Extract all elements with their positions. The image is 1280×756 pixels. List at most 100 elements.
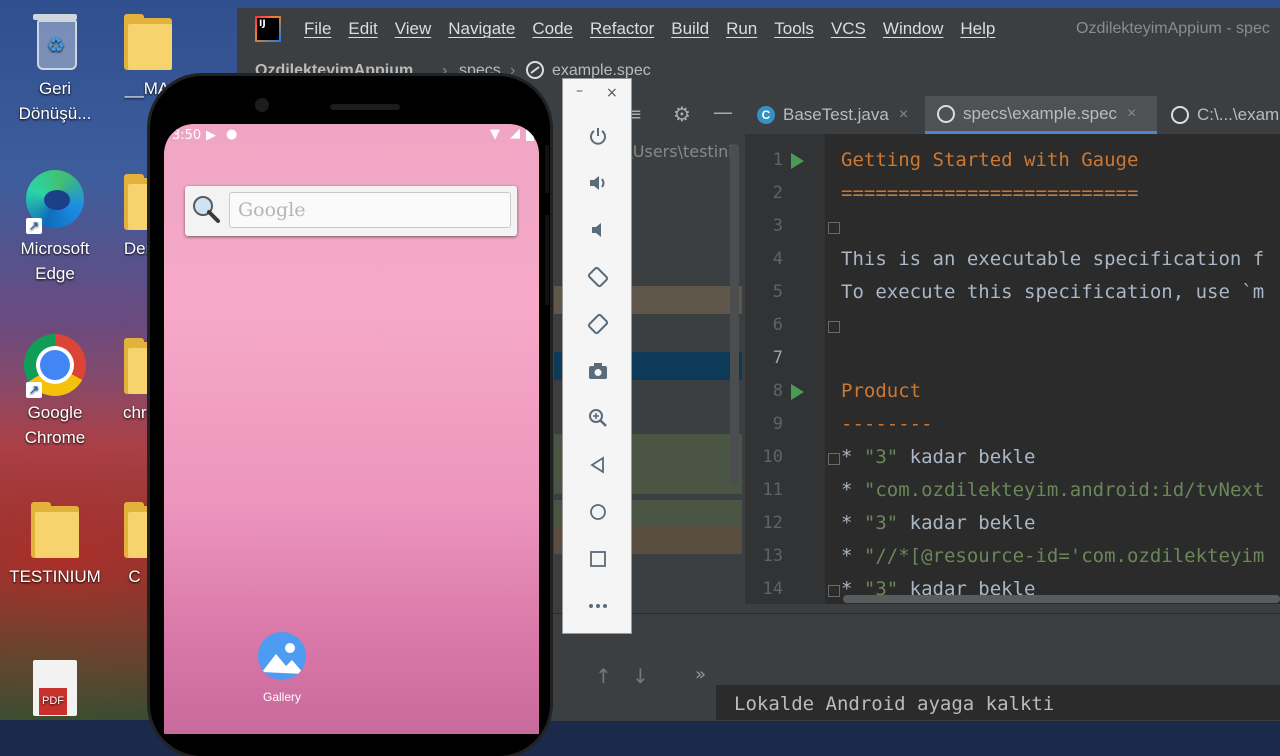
line-number: 5 xyxy=(772,282,783,302)
pdf-icon: PDF xyxy=(33,660,77,716)
line-number: 13 xyxy=(762,546,783,566)
desktop-icon-label: Microsoft Edge xyxy=(20,239,90,283)
gear-icon[interactable]: ⚙ xyxy=(673,102,691,126)
desktop-icon-chrome[interactable]: ↗ Google Chrome xyxy=(5,334,105,450)
folder-icon xyxy=(31,502,79,558)
battery-icon xyxy=(526,128,534,141)
tab-label: C:\...\exam xyxy=(1197,105,1280,124)
menu-build[interactable]: Build xyxy=(671,19,709,39)
menu-edit[interactable]: Edit xyxy=(348,19,377,39)
tab-label: BaseTest.java xyxy=(783,105,889,124)
more-icon[interactable] xyxy=(585,593,611,619)
home-icon[interactable] xyxy=(585,499,611,525)
tree-scrollbar[interactable] xyxy=(730,144,739,484)
code-line: -------- xyxy=(841,413,933,435)
desktop-icon-edge[interactable]: ↗ Microsoft Edge xyxy=(5,170,105,286)
menu-file[interactable]: File xyxy=(304,19,331,39)
run-gutter-icon[interactable] xyxy=(791,153,804,169)
magnifier-icon xyxy=(191,194,221,224)
back-icon[interactable] xyxy=(585,452,611,478)
minimize-icon[interactable]: – xyxy=(576,83,583,99)
menu-navigate[interactable]: Navigate xyxy=(448,19,515,39)
code-line: Product xyxy=(841,380,922,402)
desktop-icon-label: Google Chrome xyxy=(24,403,86,447)
menu-tools[interactable]: Tools xyxy=(774,19,814,39)
status-time: 3:50 xyxy=(172,128,202,143)
tab-example-spec-2[interactable]: C:\...\exam xyxy=(1159,96,1280,134)
intellij-logo-icon: IJ xyxy=(255,16,281,42)
editor-horizontal-scrollbar[interactable] xyxy=(843,595,1280,603)
code-line: * "3" kadar bekle xyxy=(841,512,1036,534)
desktop-icon-testinium[interactable]: TESTINIUM xyxy=(5,498,105,589)
gallery-label: Gallery xyxy=(262,690,301,704)
line-number: 11 xyxy=(762,480,783,500)
arrow-up-icon[interactable]: ↑ xyxy=(595,664,612,688)
menu-refactor[interactable]: Refactor xyxy=(590,19,654,39)
window-title: OzdilekteyimAppium - spec xyxy=(1076,20,1270,37)
camera-icon[interactable] xyxy=(585,358,611,384)
fold-marker-icon[interactable] xyxy=(828,222,840,234)
menu-help[interactable]: Help xyxy=(960,19,995,39)
desktop-icon-label: TESTINIUM xyxy=(9,567,101,586)
arrow-down-icon[interactable]: ↓ xyxy=(632,664,649,688)
fold-marker-icon[interactable] xyxy=(828,585,840,597)
line-number: 10 xyxy=(762,447,783,467)
rotate-left-icon[interactable] xyxy=(585,264,611,290)
editor-tabs: C BaseTest.java × specs\example.spec × C… xyxy=(745,96,1280,135)
tab-example-spec[interactable]: specs\example.spec × xyxy=(925,96,1157,134)
line-number: 6 xyxy=(772,315,783,335)
line-number: 2 xyxy=(772,183,783,203)
gauge-spec-icon xyxy=(937,104,955,123)
folder-icon xyxy=(124,14,172,70)
gallery-app[interactable]: Gallery xyxy=(246,632,318,704)
volume-down-icon[interactable] xyxy=(585,217,611,243)
folder-icon xyxy=(124,502,152,558)
desktop-icon-recycle-bin[interactable]: ♻ Geri Dönüşü... xyxy=(5,10,105,126)
zoom-icon[interactable] xyxy=(585,405,611,431)
more-chevron-icon[interactable]: » xyxy=(695,664,706,685)
menu-window[interactable]: Window xyxy=(883,19,943,39)
line-number: 12 xyxy=(762,513,783,533)
overview-icon[interactable] xyxy=(585,546,611,572)
emulator-toolbar: – × xyxy=(562,78,632,634)
minimize-icon[interactable]: — xyxy=(713,100,733,124)
shortcut-arrow-icon: ↗ xyxy=(26,218,42,234)
shortcut-arrow-icon: ↗ xyxy=(26,382,42,398)
fold-marker-icon[interactable] xyxy=(828,321,840,333)
menu-vcs[interactable]: VCS xyxy=(831,19,866,39)
menu-code[interactable]: Code xyxy=(532,19,573,39)
phone-side-button xyxy=(545,215,549,305)
code-line: ========================== xyxy=(841,182,1139,204)
google-search-widget[interactable]: Google xyxy=(185,186,517,236)
desktop-icon-pdf[interactable]: PDF xyxy=(5,660,105,726)
menu-view[interactable]: View xyxy=(395,19,432,39)
phone-speaker xyxy=(330,104,400,110)
close-icon[interactable]: × xyxy=(899,106,908,124)
fold-marker-icon[interactable] xyxy=(828,453,840,465)
close-icon[interactable]: × xyxy=(606,85,618,101)
line-number: 9 xyxy=(772,414,783,434)
rotate-right-icon[interactable] xyxy=(585,311,611,337)
android-home-screen[interactable]: 3:50 ▶ ● ▼ ◢ Google Gallery xyxy=(164,124,539,734)
status-bar: 3:50 ▶ ● ▼ ◢ xyxy=(164,124,539,148)
desktop-icon-c-folder[interactable]: C xyxy=(117,498,152,589)
tab-basetest[interactable]: C BaseTest.java × xyxy=(745,96,923,134)
desktop-icon-label: Geri Dönüşü... xyxy=(18,79,92,123)
code-line: * "com.ozdilekteyim.android:id/tvNext xyxy=(841,479,1265,501)
close-icon[interactable]: × xyxy=(1127,105,1136,123)
code-editor[interactable]: 1 Getting Started with Gauge 2 ============… xyxy=(745,134,1280,604)
code-line: * "//*[@resource-id='com.ozdilekteyim xyxy=(841,545,1265,567)
menu-run[interactable]: Run xyxy=(726,19,757,39)
desktop-icon-label: C xyxy=(128,567,141,586)
console-output: Lokalde Android ayaga kalkti xyxy=(716,685,1280,720)
pdf-badge: PDF xyxy=(39,688,67,715)
line-number: 14 xyxy=(762,579,783,599)
line-number: 8 xyxy=(772,381,783,401)
power-icon[interactable] xyxy=(585,123,611,149)
search-input[interactable]: Google xyxy=(229,192,511,228)
front-camera xyxy=(255,98,269,112)
line-number: 3 xyxy=(772,216,783,236)
run-gutter-icon[interactable] xyxy=(791,384,804,400)
volume-up-icon[interactable] xyxy=(585,170,611,196)
code-line: * "3" kadar bekle xyxy=(841,446,1036,468)
